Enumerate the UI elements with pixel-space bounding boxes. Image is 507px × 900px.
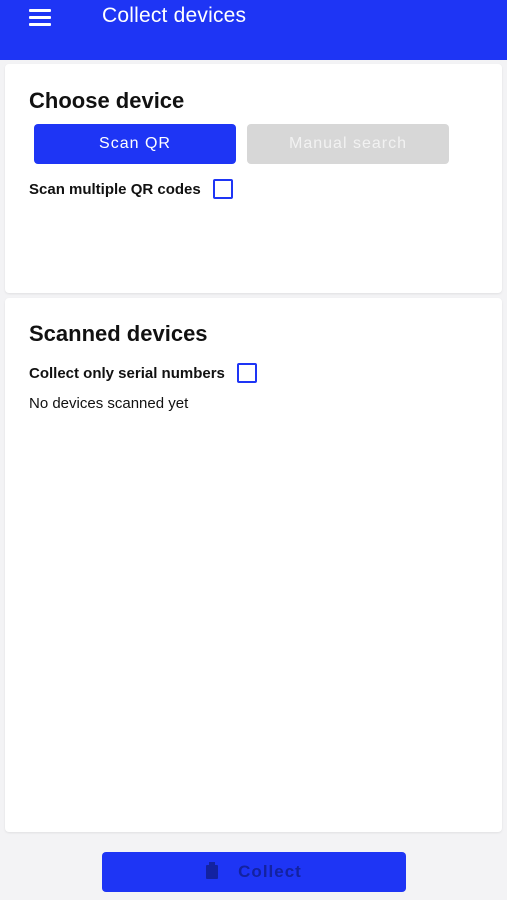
app-bar: Collect devices [0,0,507,60]
collect-button[interactable]: Collect [102,852,406,892]
menu-button[interactable] [29,7,53,29]
collect-button-label: Collect [238,862,302,881]
empty-devices-text: No devices scanned yet [29,395,189,412]
clipboard-icon [206,862,219,879]
choose-device-title: Choose device [29,88,185,113]
scan-multiple-checkbox[interactable] [212,179,233,199]
scan-qr-button[interactable]: Scan QR [34,124,236,164]
serial-only-row: Collect only serial numbers [29,363,257,383]
scan-multiple-row: Scan multiple QR codes [29,179,233,199]
page-title: Collect devices [102,4,247,27]
choose-device-card: Choose device Scan QR Manual search Scan… [5,64,502,293]
serial-only-checkbox[interactable] [236,363,257,383]
scan-multiple-label: Scan multiple QR codes [29,180,201,198]
serial-only-label: Collect only serial numbers [29,364,225,382]
scanned-devices-title: Scanned devices [29,321,208,346]
scanned-devices-card: Scanned devices Collect only serial numb… [5,298,502,832]
manual-search-button[interactable]: Manual search [247,124,449,164]
